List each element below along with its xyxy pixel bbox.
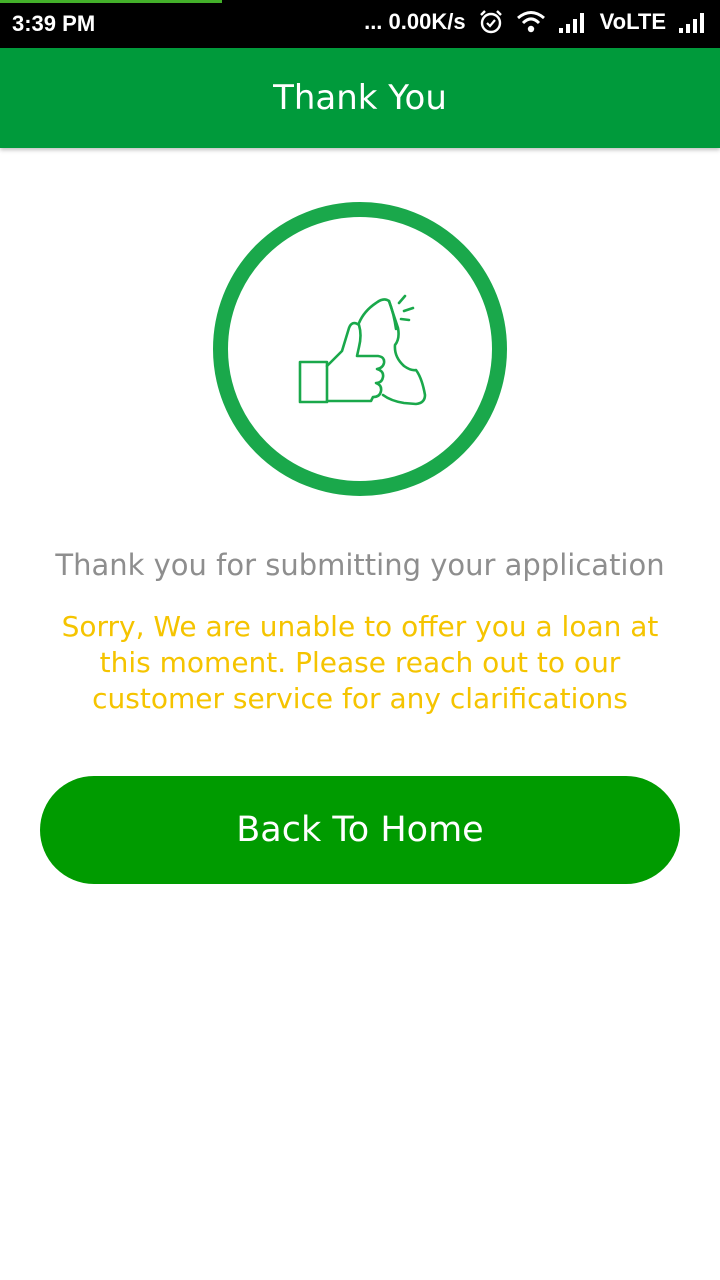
wifi-icon: [516, 9, 546, 35]
loading-progress-bar: [0, 0, 222, 3]
success-badge: [213, 202, 507, 496]
alarm-icon: [478, 9, 504, 35]
network-speed: ... 0.00K/s: [364, 9, 466, 34]
status-time: 3:39 PM: [12, 11, 96, 36]
thumbs-up-megaphone-icon: [298, 294, 427, 406]
status-icons: ... 0.00K/s VoLTE: [364, 9, 708, 35]
back-to-home-button[interactable]: Back To Home: [40, 776, 680, 884]
status-bar: 3:39 PM ... 0.00K/s VoLTE: [0, 0, 720, 48]
thanks-message: Thank you for submitting your applicatio…: [55, 548, 665, 582]
page-title: Thank You: [273, 78, 447, 118]
app-bar: Thank You: [0, 48, 720, 148]
signal-icon: [558, 11, 588, 33]
signal-icon: [678, 11, 708, 33]
rejection-message: Sorry, We are unable to offer you a loan…: [61, 610, 659, 715]
carrier-label: VoLTE: [599, 9, 666, 34]
